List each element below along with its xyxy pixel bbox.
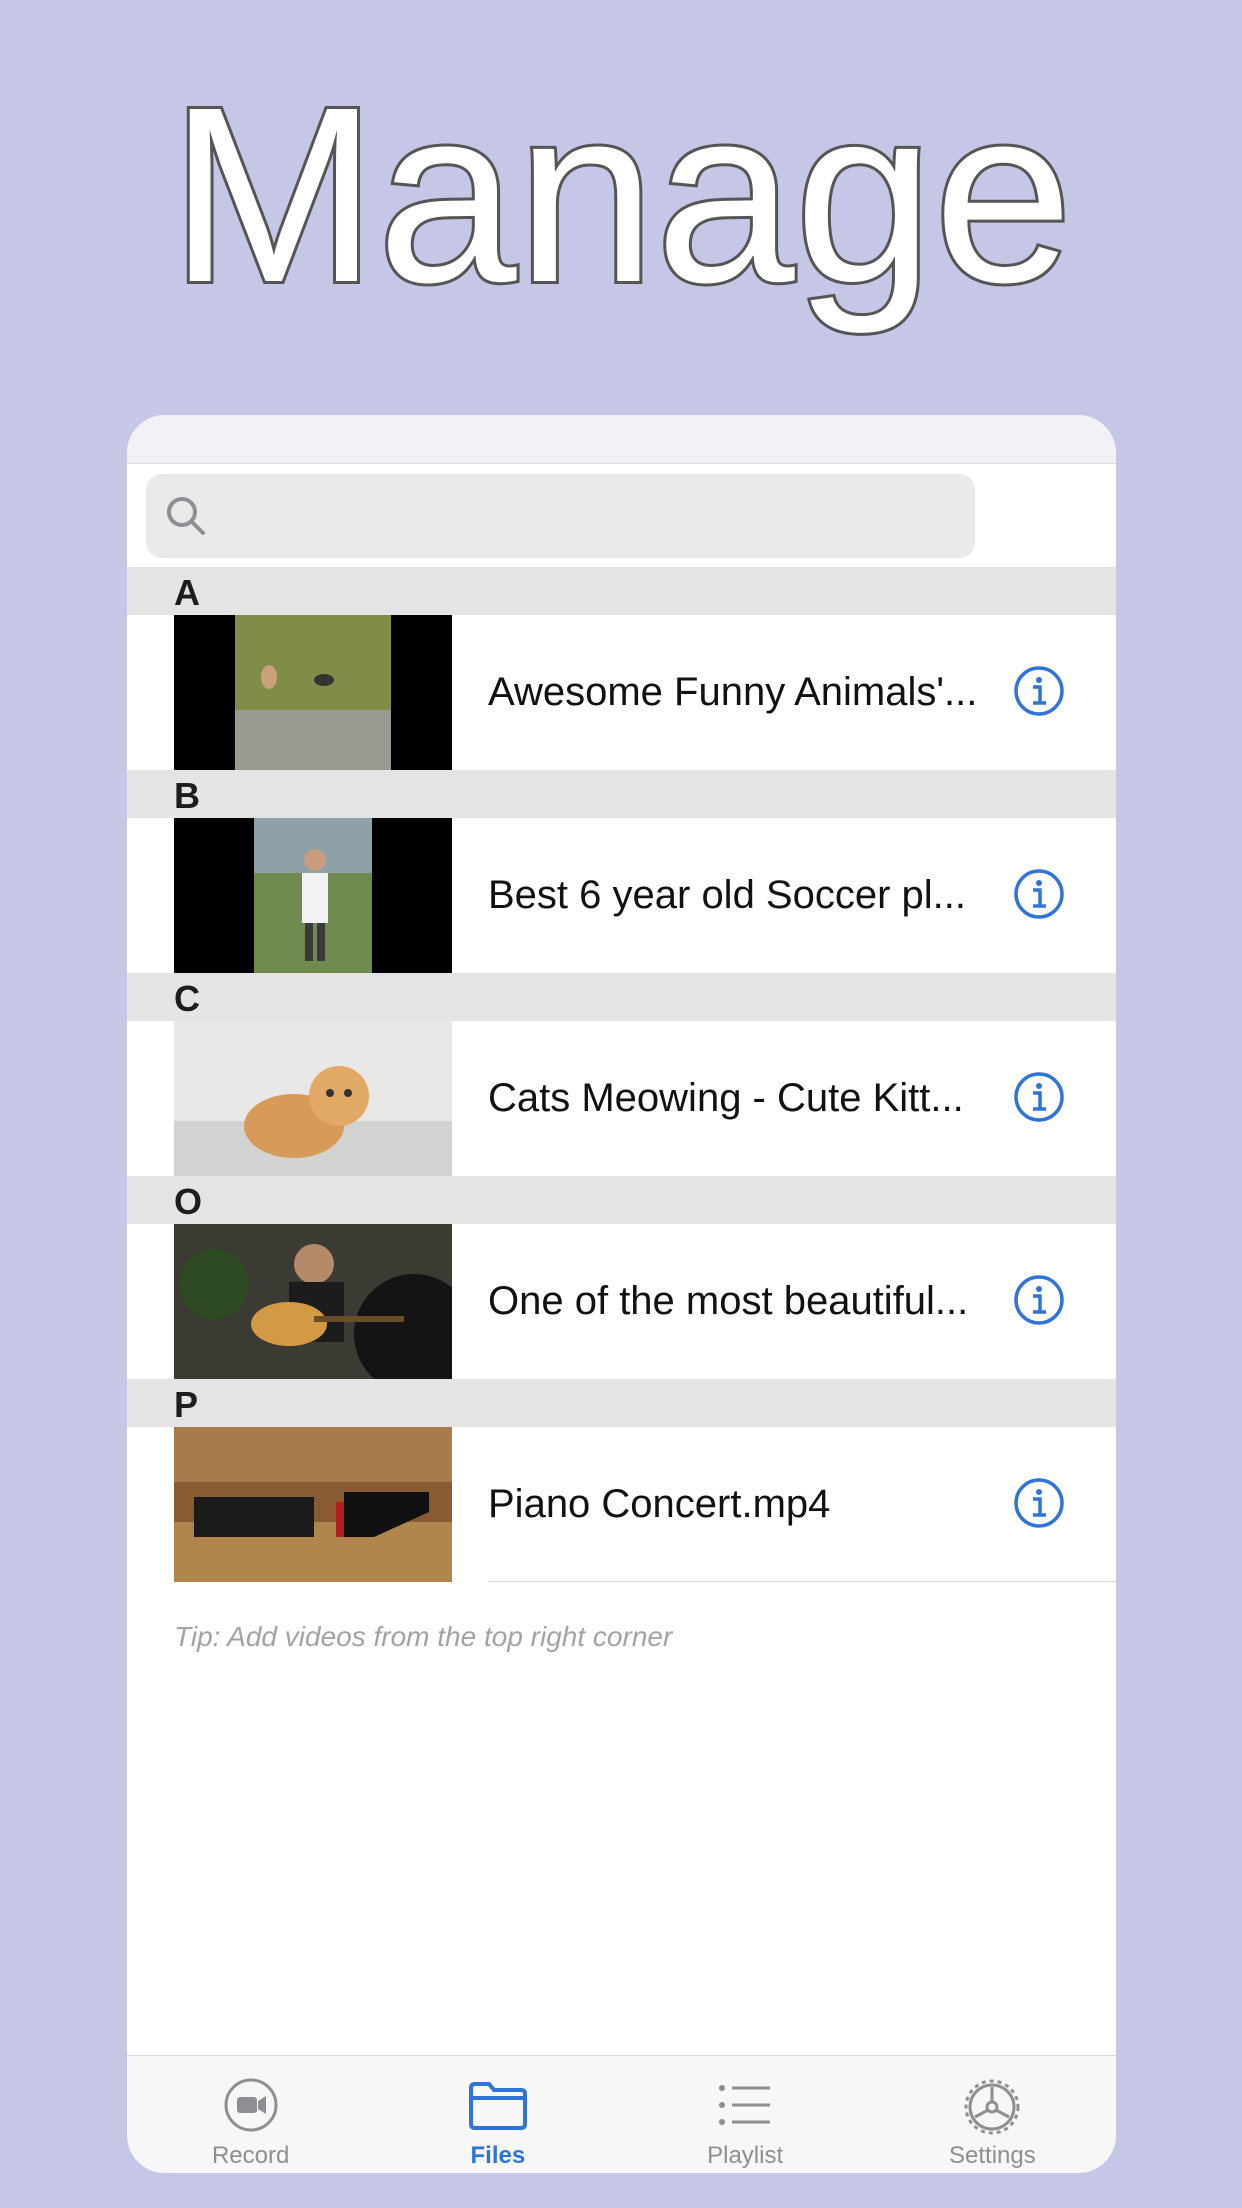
video-camera-icon	[224, 2078, 278, 2132]
video-thumbnail	[174, 1224, 452, 1379]
video-title: Awesome Funny Animals'...	[488, 670, 978, 714]
phone-screen: A Awesome Funny Animals'... B Best 6 yea…	[127, 415, 1116, 2173]
tab-record[interactable]: Record	[127, 2056, 374, 2173]
list-item[interactable]: Cats Meowing - Cute Kitt...	[127, 1021, 1116, 1176]
navigation-bar	[127, 415, 1116, 464]
video-thumbnail	[174, 615, 452, 770]
section-header-c: C	[127, 973, 1116, 1021]
info-icon[interactable]	[1013, 1477, 1065, 1529]
tab-settings[interactable]: Settings	[869, 2056, 1116, 2173]
video-title: Cats Meowing - Cute Kitt...	[488, 1076, 964, 1120]
section-header-o: O	[127, 1176, 1116, 1224]
tab-playlist[interactable]: Playlist	[622, 2056, 869, 2173]
tab-files[interactable]: Files	[374, 2056, 621, 2173]
video-list: A Awesome Funny Animals'... B Best 6 yea…	[127, 567, 1116, 1582]
list-item[interactable]: One of the most beautiful...	[127, 1224, 1116, 1379]
tab-label: Playlist	[707, 2142, 784, 2169]
tab-label: Record	[211, 2142, 290, 2169]
info-icon[interactable]	[1013, 665, 1065, 717]
video-thumbnail	[174, 1021, 452, 1176]
video-title: Piano Concert.mp4	[488, 1482, 831, 1526]
search-icon	[167, 497, 205, 535]
search-field[interactable]	[146, 474, 975, 558]
tab-label: Files	[470, 2142, 526, 2169]
folder-icon	[468, 2082, 527, 2130]
video-thumbnail	[174, 1427, 452, 1582]
row-divider	[488, 1581, 1116, 1582]
section-header-a: A	[127, 567, 1116, 615]
list-item[interactable]: Awesome Funny Animals'...	[127, 615, 1116, 770]
section-header-p: P	[127, 1379, 1116, 1427]
list-icon	[719, 2085, 771, 2125]
video-thumbnail	[174, 818, 452, 973]
info-icon[interactable]	[1013, 868, 1065, 920]
info-icon[interactable]	[1013, 1071, 1065, 1123]
video-title: Best 6 year old Soccer pl...	[488, 873, 967, 917]
section-header-b: B	[127, 770, 1116, 818]
hero-title: Manage	[166, 55, 1075, 334]
list-item[interactable]: Best 6 year old Soccer pl...	[127, 818, 1116, 973]
video-title: One of the most beautiful...	[488, 1279, 969, 1323]
tip-text: Tip: Add videos from the top right corne…	[174, 1621, 673, 1652]
tab-label: Settings	[949, 2142, 1036, 2169]
gear-icon	[964, 2079, 1020, 2135]
info-icon[interactable]	[1013, 1274, 1065, 1326]
tab-bar: Record Files Playlist Settings	[127, 2055, 1116, 2173]
list-item[interactable]: Piano Concert.mp4	[127, 1427, 1116, 1582]
